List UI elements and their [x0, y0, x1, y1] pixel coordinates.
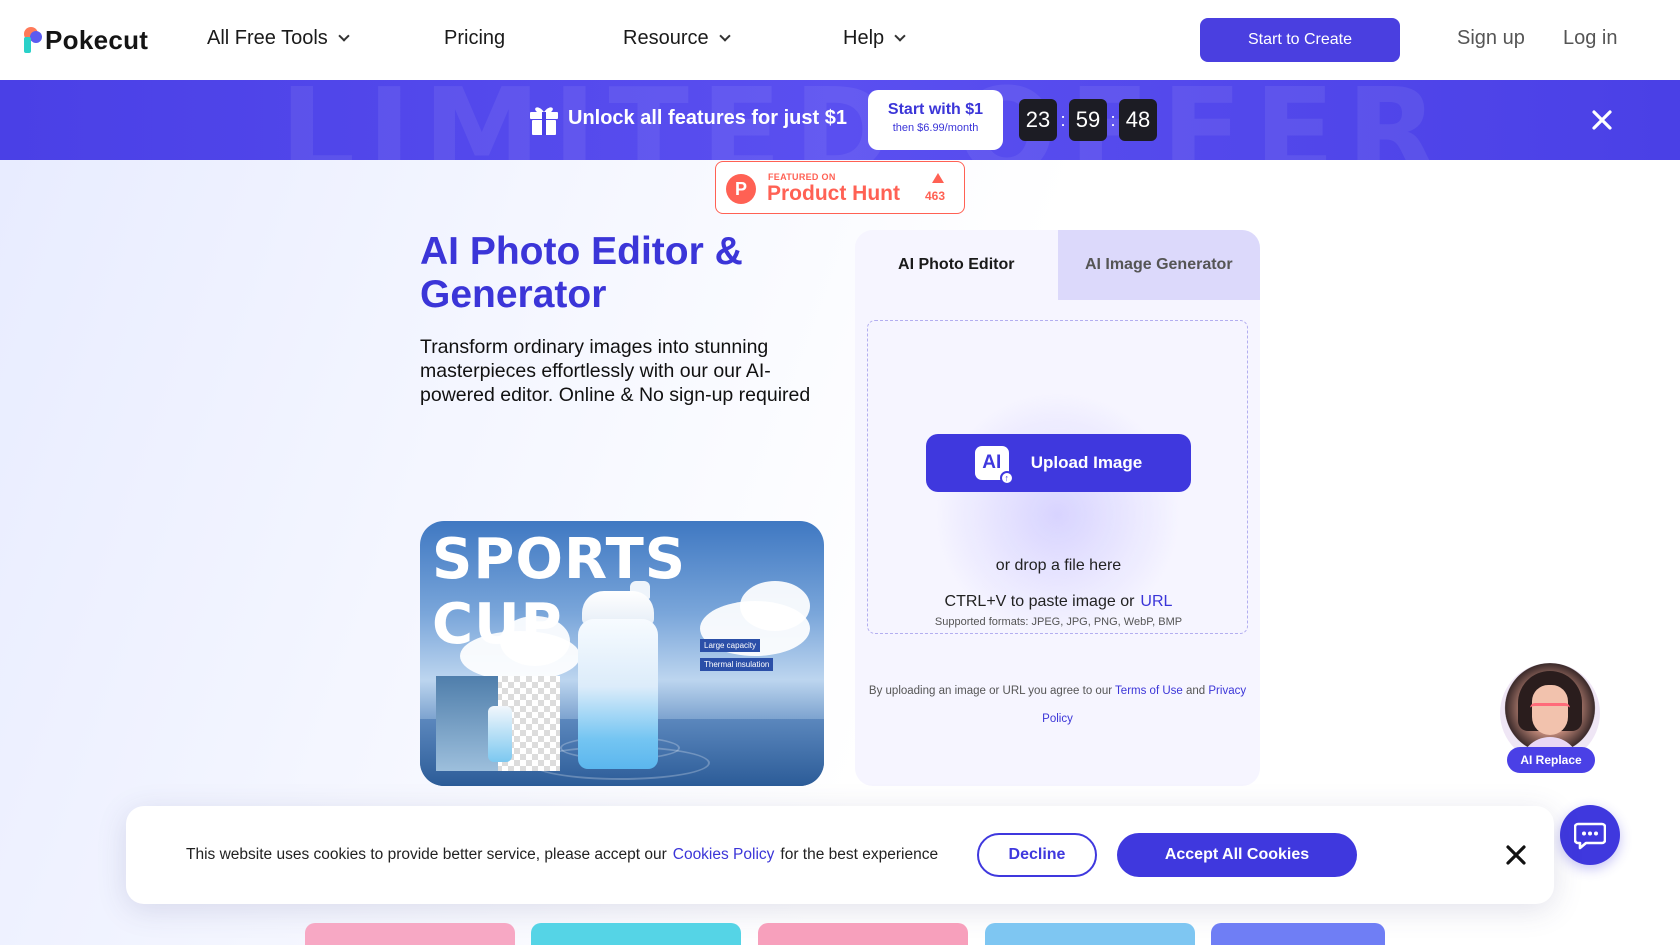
paste-hint-text: CTRL+V to paste image or — [944, 593, 1135, 610]
nav-pricing[interactable]: Pricing — [444, 27, 505, 50]
countdown-timer: 23 : 59 : 48 — [1019, 99, 1157, 141]
terms-of-use-link[interactable]: Terms of Use — [1115, 685, 1183, 697]
timer-separator: : — [1060, 109, 1066, 130]
start-with-1-button[interactable]: Start with $1 then $6.99/month — [868, 90, 1003, 150]
cookies-policy-link[interactable]: Cookies Policy — [673, 846, 775, 863]
top-navigation: Pokecut All Free Tools Pricing Resource … — [0, 0, 1680, 80]
terms-and: and — [1186, 685, 1206, 697]
nav-resource[interactable]: Resource — [623, 27, 731, 50]
page-title: AI Photo Editor & Generator — [420, 230, 743, 316]
showcase-title: SPORTS CUP — [432, 527, 687, 657]
upload-card: AI Photo Editor AI Image Generator AI ↑ … — [855, 230, 1260, 786]
chevron-down-icon — [718, 30, 731, 42]
nav-resource-label: Resource — [623, 27, 709, 49]
tool-card-preview — [531, 923, 741, 945]
product-hunt-icon: P — [726, 174, 756, 204]
timer-minutes: 59 — [1069, 99, 1107, 141]
cookie-consent-bar: This website uses cookies to provide bet… — [126, 806, 1554, 904]
tool-card-preview — [985, 923, 1195, 945]
nav-help[interactable]: Help — [843, 27, 906, 50]
promo-card-subtitle: then $6.99/month — [892, 122, 979, 134]
tab-ai-image-generator[interactable]: AI Image Generator — [1057, 230, 1260, 300]
chevron-down-icon — [338, 30, 350, 42]
inset-cup — [488, 706, 512, 762]
logo-mark-icon — [24, 27, 44, 53]
supported-formats: Supported formats: JPEG, JPG, PNG, WebP,… — [934, 616, 1183, 628]
nav-all-free-tools-label: All Free Tools — [207, 27, 328, 49]
timer-seconds: 48 — [1119, 99, 1157, 141]
nav-all-free-tools[interactable]: All Free Tools — [207, 27, 350, 50]
pokecut-logo[interactable]: Pokecut — [24, 24, 148, 56]
promo-banner: LIMITED OFFER Unlock all features for ju… — [0, 80, 1680, 160]
drop-hint: or drop a file here — [995, 557, 1122, 574]
accept-all-cookies-button[interactable]: Accept All Cookies — [1117, 833, 1357, 877]
promo-headline: Unlock all features for just $1 — [568, 107, 847, 129]
tool-card-preview — [758, 923, 968, 945]
terms-prefix: By uploading an image or URL you agree t… — [868, 685, 1113, 697]
upload-image-label: Upload Image — [1030, 453, 1143, 472]
product-hunt-featured: FEATURED ON — [768, 172, 836, 182]
ai-replace-widget[interactable]: AI Replace — [1500, 663, 1600, 773]
nav-help-label: Help — [843, 27, 885, 49]
chevron-down-icon — [894, 30, 906, 42]
close-icon[interactable] — [1590, 108, 1614, 132]
timer-separator: : — [1110, 109, 1116, 130]
gift-icon — [530, 107, 558, 135]
close-icon[interactable] — [1504, 843, 1528, 867]
nav-pricing-label: Pricing — [444, 27, 506, 49]
before-after-inset — [436, 676, 560, 771]
paste-hint: CTRL+V to paste image or URL — [868, 593, 1249, 611]
start-to-create-button[interactable]: Start to Create — [1200, 18, 1400, 62]
tool-card-preview — [305, 923, 515, 945]
hero-description: Transform ordinary images into stunning … — [420, 336, 811, 406]
upvote-triangle-icon — [932, 173, 944, 183]
upload-image-button[interactable]: AI ↑ Upload Image — [926, 434, 1191, 492]
showcase-tag: Thermal insulation — [700, 658, 774, 671]
ai-upload-icon: AI ↑ — [974, 446, 1014, 485]
promo-watermark: LIMITED OFFER — [280, 80, 1450, 160]
logo-text: Pokecut — [45, 24, 149, 55]
chat-bubble-icon — [1574, 822, 1606, 850]
tab-ai-photo-editor[interactable]: AI Photo Editor — [855, 230, 1058, 300]
promo-card-title: Start with $1 — [887, 101, 984, 118]
mode-tabs: AI Photo Editor AI Image Generator — [855, 230, 1260, 300]
ai-badge-text: AI — [982, 452, 1002, 473]
tool-card-preview — [1211, 923, 1385, 945]
showcase-image: Large capacity Thermal insulation SPORTS… — [420, 521, 824, 786]
sign-up-link[interactable]: Sign up — [1457, 27, 1525, 50]
decline-cookies-button[interactable]: Decline — [977, 833, 1097, 877]
product-hunt-badge[interactable]: P FEATURED ON Product Hunt 463 — [715, 161, 965, 214]
timer-hours: 23 — [1019, 99, 1057, 141]
ai-replace-label: AI Replace — [1507, 747, 1595, 773]
product-hunt-count: 463 — [925, 189, 946, 203]
cookie-text-after: for the best experience — [780, 846, 939, 863]
arrow-up-icon: ↑ — [999, 471, 1014, 485]
url-link[interactable]: URL — [1140, 593, 1172, 610]
product-hunt-name: Product Hunt — [767, 182, 900, 205]
log-in-link[interactable]: Log in — [1563, 27, 1618, 50]
chat-support-button[interactable] — [1560, 805, 1620, 865]
cookie-text-before: This website uses cookies to provide bet… — [186, 846, 667, 863]
file-dropzone[interactable]: AI ↑ Upload Image or drop a file here CT… — [867, 320, 1248, 634]
cookie-message: This website uses cookies to provide bet… — [186, 846, 938, 864]
terms-notice: By uploading an image or URL you agree t… — [865, 677, 1250, 733]
